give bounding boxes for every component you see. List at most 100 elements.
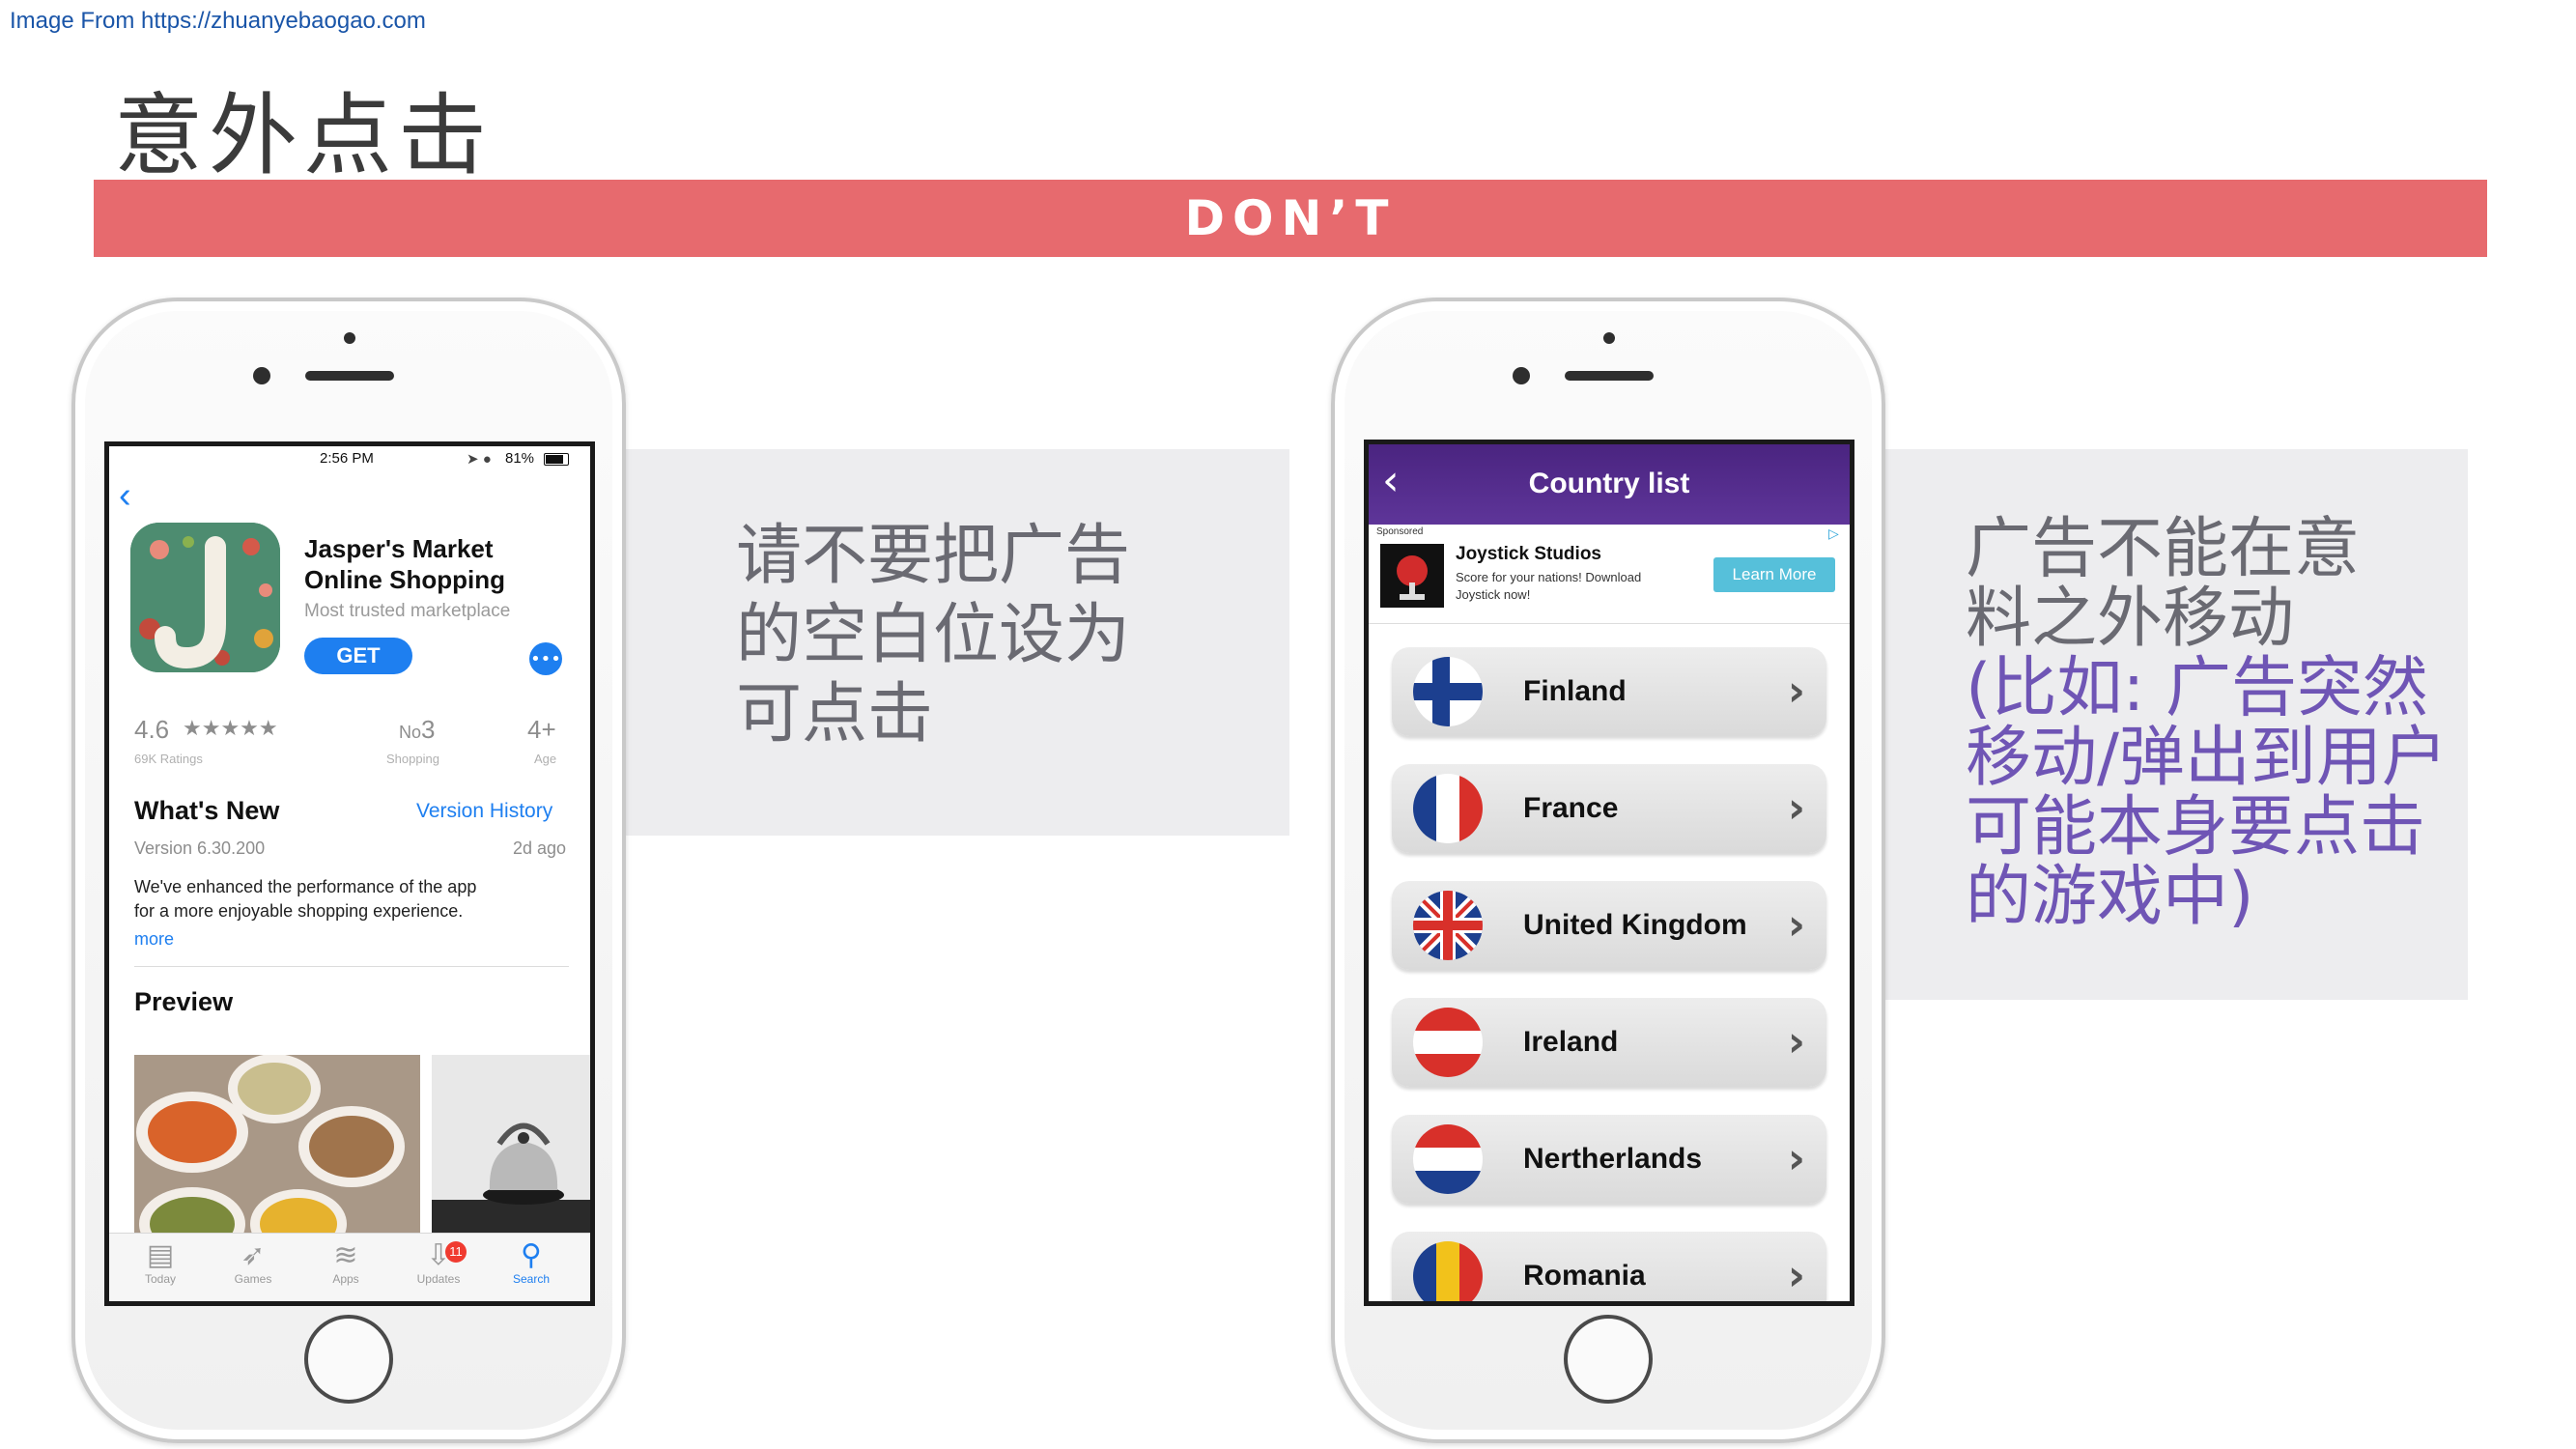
country-name: Finland xyxy=(1523,675,1627,707)
status-bar: 2:56 PM ➤ ● 81% xyxy=(109,446,590,473)
chevron-right-icon: › xyxy=(1787,783,1805,833)
more-options-button[interactable]: ••• xyxy=(529,642,562,675)
adchoices-icon[interactable]: ▷ xyxy=(1828,526,1844,542)
left-caption-line: 的空白位设为 xyxy=(736,597,1131,673)
tab-games[interactable]: ➶ Games xyxy=(210,1238,297,1287)
country-row-france[interactable]: France › xyxy=(1392,764,1826,853)
country-row-ireland[interactable]: Ireland › xyxy=(1392,998,1826,1087)
app-name-line: Jasper's Market xyxy=(304,534,494,563)
home-button[interactable] xyxy=(1564,1315,1653,1404)
whats-new-heading: What's New xyxy=(134,796,280,825)
tab-updates[interactable]: ⇩ Updates 11 xyxy=(395,1239,482,1286)
earpiece-speaker xyxy=(305,371,394,381)
rank: No3 xyxy=(399,715,435,745)
tab-label: Apps xyxy=(332,1272,359,1286)
country-row-united-kingdom[interactable]: United Kingdom › xyxy=(1392,881,1826,970)
app-subtitle: Most trusted marketplace xyxy=(304,601,511,621)
get-button[interactable]: GET xyxy=(304,638,412,674)
tab-today[interactable]: ▤ Today xyxy=(117,1238,204,1287)
layers-icon: ≋ xyxy=(333,1238,358,1272)
age-rating: 4+ xyxy=(527,715,556,744)
advertiser-logo xyxy=(1380,544,1444,608)
netherlands-flag-icon xyxy=(1413,1124,1483,1194)
tab-label: Updates xyxy=(416,1272,461,1286)
slide-title: 意外点击 xyxy=(114,84,494,187)
right-phone-frame: ‹ Country list Sponsored ▷ Joystick Stud… xyxy=(1331,298,1885,1443)
rank-category: Shopping xyxy=(386,752,439,766)
left-caption-panel: 请不要把广告 的空白位设为 可点击 xyxy=(618,449,1289,836)
right-caption-example-line: 的游戏中) xyxy=(1966,859,2254,935)
section-divider xyxy=(134,966,569,967)
dont-banner: DON’T xyxy=(94,180,2487,257)
more-link[interactable]: more xyxy=(134,929,174,950)
proximity-sensor xyxy=(344,332,355,344)
preview-heading: Preview xyxy=(134,987,234,1016)
country-list-header: ‹ Country list xyxy=(1369,444,1850,525)
status-time: 2:56 PM xyxy=(320,450,374,467)
updates-badge: 11 xyxy=(445,1241,467,1263)
banner-label: DON’T xyxy=(1184,190,1397,246)
preview-screenshot-spices[interactable] xyxy=(134,1055,420,1234)
front-camera xyxy=(1513,367,1530,384)
ratings-count: 69K Ratings xyxy=(134,752,203,766)
home-button[interactable] xyxy=(304,1315,393,1404)
right-caption-example-line: (比如: 广告突然 xyxy=(1966,650,2429,726)
tab-search[interactable]: ⚲ Search xyxy=(488,1238,575,1287)
status-battery: 81% xyxy=(505,450,535,467)
left-phone-frame: 2:56 PM ➤ ● 81% ‹ Jasper's Market Online… xyxy=(71,298,626,1443)
tab-apps[interactable]: ≋ Apps xyxy=(302,1238,389,1287)
rating-stars-icon: ★★★★★ xyxy=(183,717,278,741)
preview-screenshot-kettle[interactable] xyxy=(432,1055,590,1234)
country-name: France xyxy=(1523,792,1619,824)
france-flag-icon xyxy=(1413,774,1483,843)
chevron-right-icon: › xyxy=(1787,1134,1805,1183)
country-list-screen: ‹ Country list Sponsored ▷ Joystick Stud… xyxy=(1364,440,1854,1306)
download-icon: ⇩ xyxy=(426,1238,451,1272)
country-name: United Kingdom xyxy=(1523,909,1747,941)
version-number: Version 6.30.200 xyxy=(134,838,266,858)
rank-prefix: No xyxy=(399,723,422,742)
country-name: Romania xyxy=(1523,1260,1646,1292)
ad-copy: Score for your nations! Download Joystic… xyxy=(1456,569,1641,604)
left-caption-line: 请不要把广告 xyxy=(736,518,1131,594)
right-caption-example-line: 可能本身要点击 xyxy=(1966,789,2426,866)
source-caption: Image From https://zhuanyebaogao.com xyxy=(10,8,426,34)
age-label: Age xyxy=(534,752,557,766)
app-name-line: Online Shopping xyxy=(304,565,505,594)
rocket-icon: ➶ xyxy=(241,1238,266,1272)
left-caption-line: 可点击 xyxy=(736,676,934,753)
rating-value: 4.6 xyxy=(134,715,170,744)
chevron-right-icon: › xyxy=(1787,1251,1805,1300)
back-chevron-icon[interactable]: ‹ xyxy=(119,475,131,517)
screen-title: Country list xyxy=(1528,468,1690,499)
ad-copy-line: Joystick now! xyxy=(1456,587,1531,602)
earpiece-speaker xyxy=(1565,371,1654,381)
right-caption-line: 料之外移动 xyxy=(1966,581,2295,657)
search-icon: ⚲ xyxy=(521,1238,542,1272)
version-history-link[interactable]: Version History xyxy=(416,800,552,823)
country-row-finland[interactable]: Finland › xyxy=(1392,647,1826,736)
country-name: Nertherlands xyxy=(1523,1143,1703,1175)
version-age: 2d ago xyxy=(513,838,567,858)
learn-more-button[interactable]: Learn More xyxy=(1713,557,1835,592)
tab-bar: ▤ Today ➶ Games ≋ Apps ⇩ Updates 11 ⚲ Se… xyxy=(109,1233,590,1301)
ad-copy-line: Score for your nations! Download xyxy=(1456,570,1642,584)
tab-label: Today xyxy=(144,1272,177,1286)
app-name: Jasper's Market Online Shopping xyxy=(304,533,505,595)
country-name: Ireland xyxy=(1523,1026,1619,1058)
chevron-right-icon: › xyxy=(1787,667,1805,716)
austria-style-flag-icon xyxy=(1413,1008,1483,1077)
ad-banner[interactable]: Sponsored ▷ Joystick Studios Score for y… xyxy=(1369,525,1850,624)
left-caption-text: 请不要把广告 的空白位设为 可点击 xyxy=(736,517,1130,754)
tab-label: Games xyxy=(234,1272,272,1286)
rank-value: 3 xyxy=(421,715,436,744)
tab-label: Search xyxy=(512,1272,551,1286)
today-icon: ▤ xyxy=(146,1238,175,1272)
chevron-right-icon: › xyxy=(1787,900,1805,950)
country-row-netherlands[interactable]: Nertherlands › xyxy=(1392,1115,1826,1204)
location-icon: ➤ ● xyxy=(467,451,492,468)
romania-flag-icon xyxy=(1413,1241,1483,1301)
finland-flag-icon xyxy=(1413,657,1483,726)
country-row-romania[interactable]: Romania › xyxy=(1392,1232,1826,1301)
uk-flag-icon xyxy=(1413,891,1483,960)
